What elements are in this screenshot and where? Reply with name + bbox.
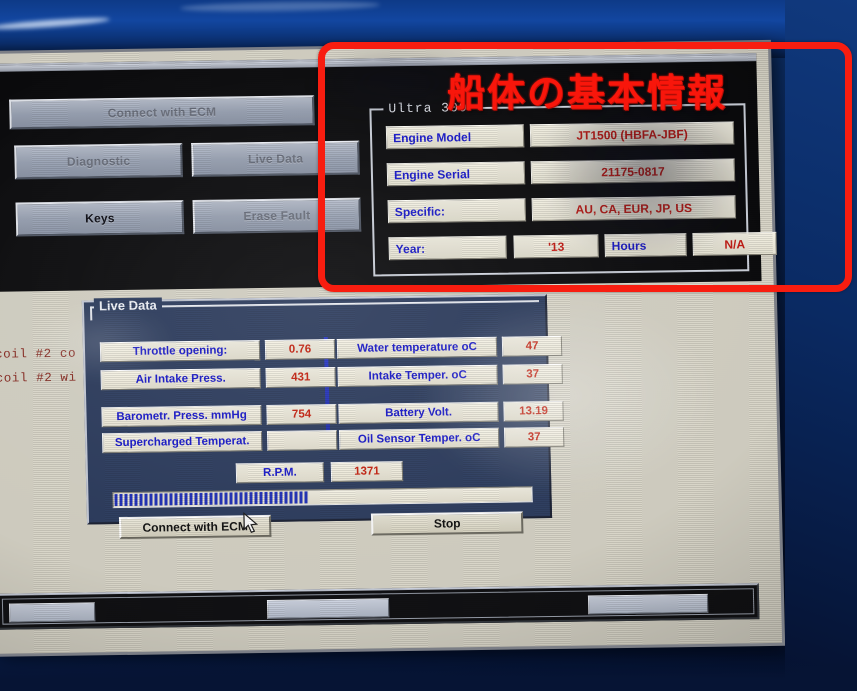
value-text: 37 <box>526 368 540 381</box>
button-label: Diagnostic <box>66 153 131 169</box>
label-text: Oil Sensor Temper. oC <box>357 432 481 446</box>
button-connect-with-ecm-top[interactable]: Connect with ECM <box>9 95 315 130</box>
button-label: Erase Fault <box>243 208 311 224</box>
live-data-legend: Live Data <box>93 297 162 314</box>
livedata-value-intake-temper: 37 <box>502 363 563 385</box>
label-text: R.P.M. <box>262 466 297 480</box>
value-text: 47 <box>525 340 539 353</box>
livedata-label-intake-temper: Intake Temper. oC <box>337 364 498 387</box>
livedata-value-supercharged-temperat <box>266 430 338 451</box>
live-data-window: Live Data Throttle opening: 0.76 Air Int… <box>81 294 565 540</box>
label-text: Supercharged Temperat. <box>114 435 250 450</box>
livedata-stop-button[interactable]: Stop <box>370 511 524 536</box>
livedata-label-barometric-press: Barometr. Press. mmHg <box>101 405 262 428</box>
value-text: 431 <box>290 371 311 384</box>
background-bottom-dark <box>0 655 857 691</box>
button-label: Connect with ECM <box>107 104 217 121</box>
button-label: Keys <box>84 211 115 226</box>
background-text-line-1: coil #2 co <box>0 346 77 362</box>
status-cell-3 <box>587 593 709 615</box>
livedata-label-battery-volt: Battery Volt. <box>338 401 499 424</box>
livedata-value-rpm: 1371 <box>330 461 404 483</box>
livedata-value-air-intake-press: 431 <box>265 367 336 388</box>
livedata-value-oil-sensor-temper: 37 <box>503 426 565 448</box>
label-text: Barometr. Press. mmHg <box>116 409 247 424</box>
label-text: Water temperature oC <box>357 341 478 355</box>
livedata-value-water-temperature: 47 <box>501 335 563 357</box>
livedata-value-barometric-press: 754 <box>266 404 337 425</box>
annotation-title: 船体の基本情報 <box>447 73 728 115</box>
background-text-line-2: coil #2 wi <box>0 370 77 386</box>
button-label: Connect with ECM <box>142 519 249 535</box>
value-text: 0.76 <box>288 343 312 356</box>
livedata-label-water-temperature: Water temperature oC <box>336 336 498 359</box>
label-text: Throttle opening: <box>132 344 228 358</box>
rpm-progress-fill <box>114 491 310 507</box>
livedata-label-rpm: R.P.M. <box>235 462 325 484</box>
button-label: Stop <box>433 516 461 531</box>
status-cell-1 <box>8 602 96 623</box>
status-bar <box>0 583 760 630</box>
label-text: Battery Volt. <box>384 406 453 420</box>
value-text: 13.19 <box>519 405 549 418</box>
livedata-label-supercharged-temperat: Supercharged Temperat. <box>101 431 263 454</box>
button-label: Live Data <box>247 151 304 167</box>
livedata-value-battery-volt: 13.19 <box>503 400 564 422</box>
value-text: 37 <box>527 431 541 444</box>
label-text: Intake Temper. oC <box>368 369 467 383</box>
button-keys[interactable]: Keys <box>15 200 185 237</box>
value-text: 1371 <box>354 465 380 478</box>
mouse-cursor <box>243 512 259 533</box>
button-diagnostic[interactable]: Diagnostic <box>14 143 183 180</box>
livedata-value-throttle-opening: 0.76 <box>264 339 336 361</box>
rpm-progress-bar <box>112 486 533 509</box>
status-cell-2 <box>266 598 390 619</box>
photographed-screen: Connect with ECM Diagnostic Live Data Ke… <box>0 0 857 691</box>
label-text: Air Intake Press. <box>135 372 226 386</box>
value-text: 754 <box>291 408 312 421</box>
livedata-label-oil-sensor-temper: Oil Sensor Temper. oC <box>338 427 500 450</box>
livedata-label-throttle-opening: Throttle opening: <box>99 340 261 363</box>
livedata-label-air-intake-press: Air Intake Press. <box>100 368 261 391</box>
